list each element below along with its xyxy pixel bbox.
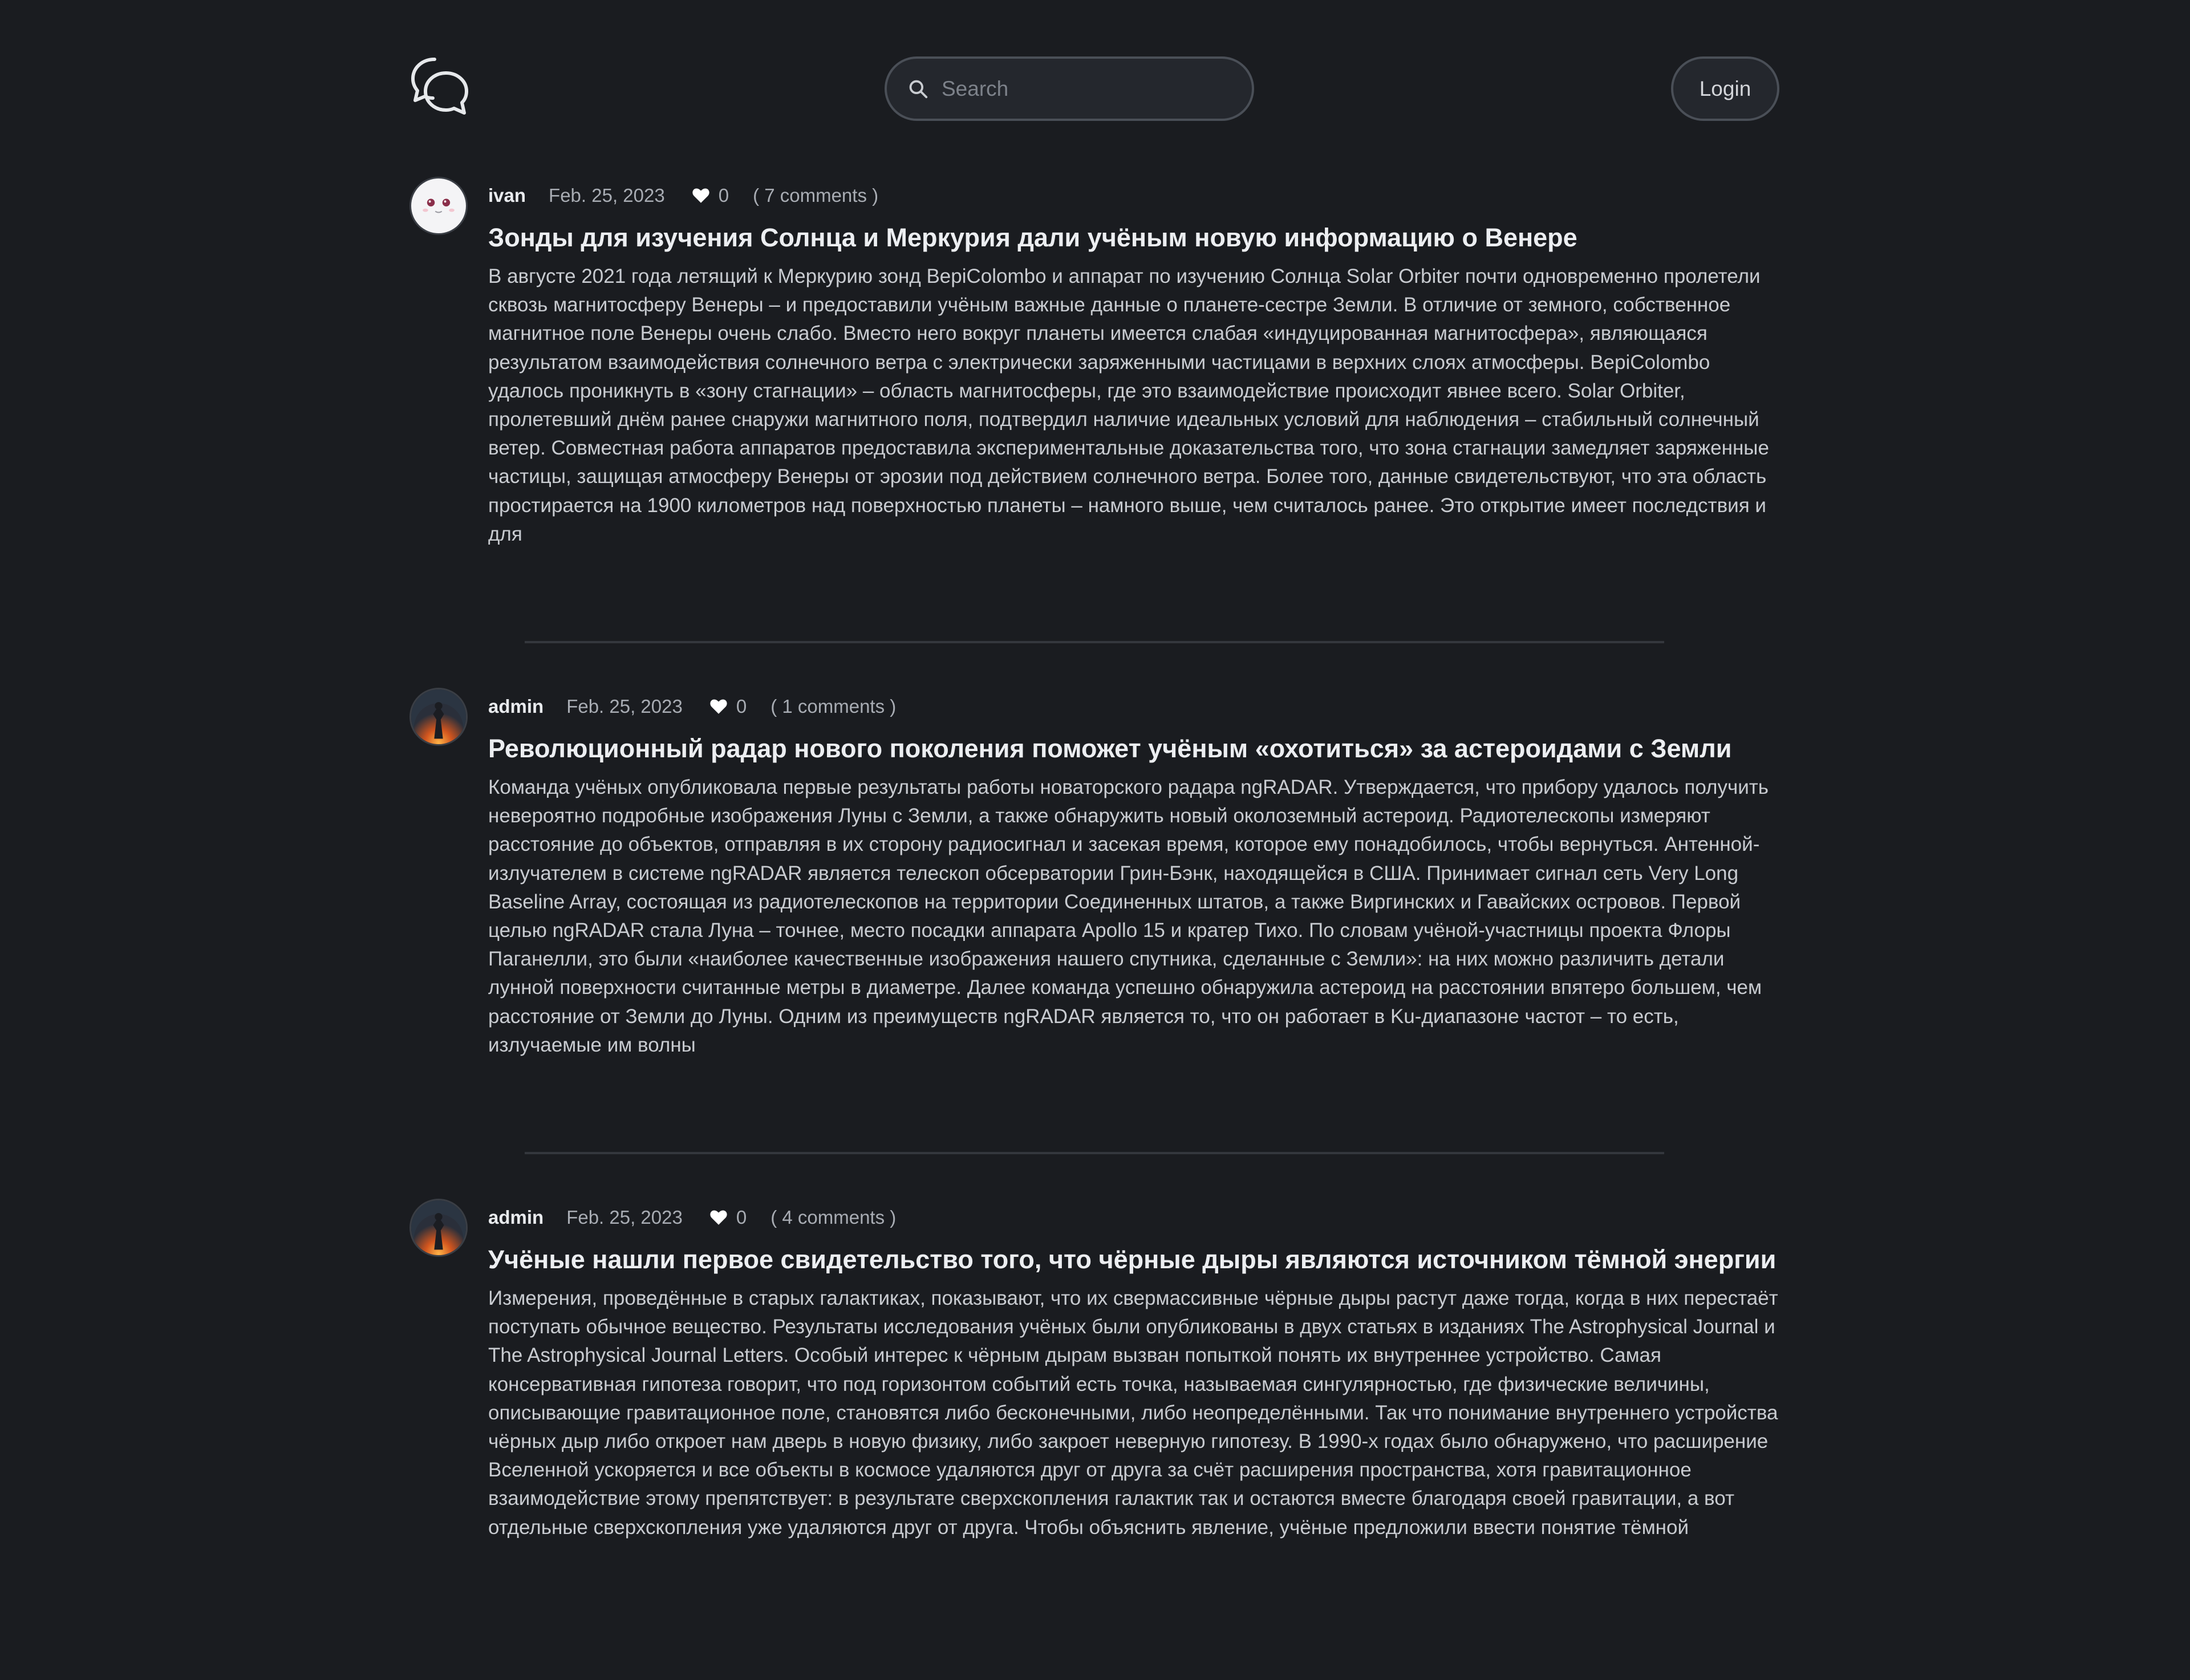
post-title[interactable]: Учёные нашли первое свидетельство того, …	[488, 1242, 1778, 1277]
heart-icon	[692, 188, 709, 203]
avatar[interactable]	[409, 688, 468, 746]
post-meta: admin Feb. 25, 2023 0 ( 4 comments )	[488, 1199, 1778, 1236]
post-excerpt: В августе 2021 года летящий к Меркурию з…	[488, 265, 1769, 545]
heart-icon	[710, 699, 727, 714]
like-count: 0	[718, 185, 729, 206]
author-name[interactable]: admin	[488, 1207, 544, 1228]
post-excerpt: Измерения, проведённые в старых галактик…	[488, 1287, 1778, 1539]
author-name[interactable]: ivan	[488, 185, 526, 206]
post-body: admin Feb. 25, 2023 0 ( 1 comments ) Рев…	[488, 688, 1778, 1060]
post-body: admin Feb. 25, 2023 0 ( 4 comments ) Учё…	[488, 1199, 1778, 1571]
heart-icon	[710, 1210, 727, 1225]
post-date: Feb. 25, 2023	[566, 696, 683, 717]
like-button[interactable]: 0	[691, 185, 729, 206]
fire-figure-avatar	[411, 1200, 466, 1255]
cartoon-face-avatar	[411, 178, 466, 233]
like-count: 0	[736, 1207, 747, 1228]
post-date: Feb. 25, 2023	[566, 1207, 683, 1228]
avatar[interactable]	[409, 177, 468, 235]
post-title[interactable]: Революционный радар нового поколения пом…	[488, 731, 1778, 766]
divider	[525, 641, 1664, 643]
post-meta: admin Feb. 25, 2023 0 ( 1 comments )	[488, 688, 1778, 725]
search-icon	[909, 80, 928, 98]
like-button[interactable]: 0	[709, 1207, 747, 1228]
fire-figure-avatar	[411, 689, 466, 744]
search-box[interactable]	[885, 56, 1254, 121]
comments-link[interactable]: ( 1 comments )	[770, 696, 896, 717]
login-button[interactable]: Login	[1671, 56, 1779, 121]
comments-link[interactable]: ( 4 comments )	[770, 1207, 896, 1228]
author-name[interactable]: admin	[488, 696, 544, 717]
page: Login ivan Feb. 25, 2023	[0, 0, 2190, 1680]
post-excerpt: Команда учёных опубликовала первые резул…	[488, 776, 1769, 1056]
header: Login	[0, 0, 2190, 143]
avatar[interactable]	[409, 1199, 468, 1257]
like-count: 0	[736, 696, 747, 717]
comments-link[interactable]: ( 7 comments )	[753, 185, 878, 206]
post-meta: ivan Feb. 25, 2023 0 ( 7 comments )	[488, 177, 1778, 214]
post-body: ivan Feb. 25, 2023 0 ( 7 comments ) Зонд…	[488, 177, 1778, 549]
search-input[interactable]	[940, 71, 1252, 106]
post-title[interactable]: Зонды для изучения Солнца и Меркурия дал…	[488, 220, 1778, 255]
divider	[525, 1152, 1664, 1154]
chat-bubbles-icon[interactable]	[409, 56, 470, 116]
like-button[interactable]: 0	[709, 696, 747, 717]
post-date: Feb. 25, 2023	[549, 185, 665, 206]
